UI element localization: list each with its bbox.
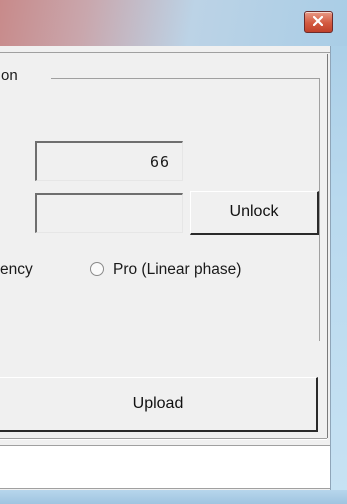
key-input-field[interactable]	[35, 193, 183, 233]
unlock-button-label: Unlock	[229, 203, 279, 220]
tab-strip-border	[0, 52, 330, 53]
group-box-label: on	[1, 67, 18, 84]
close-button[interactable]	[304, 11, 333, 33]
status-bar	[0, 445, 330, 489]
group-box-right-edge	[319, 78, 320, 341]
window-bottom-frame	[0, 490, 347, 504]
upload-button[interactable]: Upload	[0, 377, 318, 432]
code-value: 66	[149, 153, 170, 171]
radio-pro[interactable]	[90, 262, 104, 276]
separator	[0, 438, 327, 440]
title-bar	[0, 0, 347, 46]
code-display-field: 66	[35, 141, 183, 181]
radio-label-pro: Pro (Linear phase)	[113, 261, 242, 278]
radio-label-left: ency	[0, 261, 33, 278]
unlock-button[interactable]: Unlock	[190, 191, 319, 235]
upload-button-label: Upload	[132, 395, 184, 412]
close-x-icon	[313, 16, 323, 26]
